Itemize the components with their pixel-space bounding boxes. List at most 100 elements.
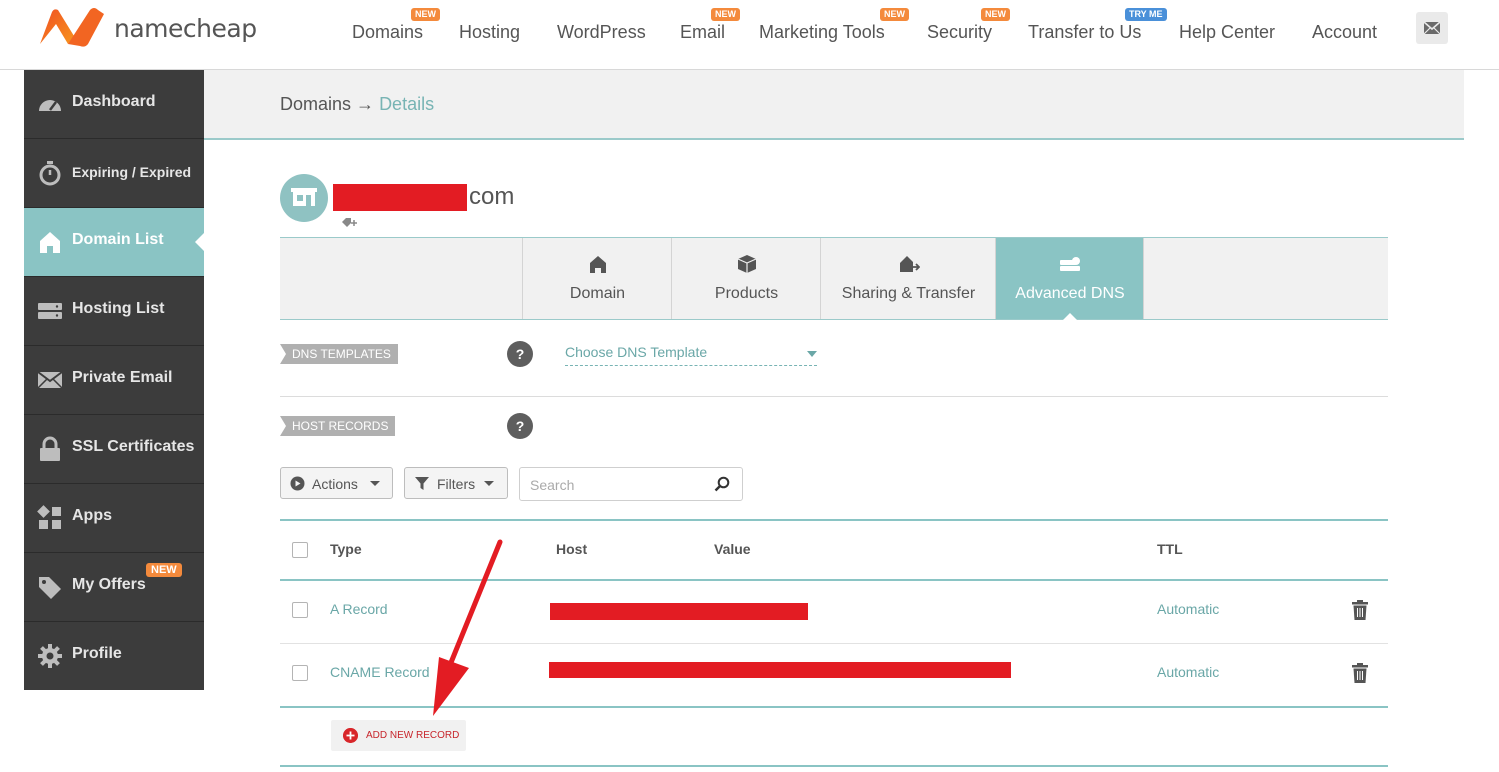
storefront-icon [291,188,317,206]
filter-icon [415,477,429,490]
nav-marketing-tools[interactable]: Marketing Tools [759,22,885,43]
sidebar-item-expiring[interactable]: Expiring / Expired [24,139,204,208]
chevron-down-icon [807,351,817,357]
nav-email[interactable]: Email [680,22,725,43]
house-icon [589,256,606,273]
play-circle-icon [290,476,305,491]
breadcrumb: Domains → Details [280,94,434,115]
select-all-checkbox[interactable] [292,542,308,558]
sidebar-item-label: My Offers [72,576,146,593]
nav-domains[interactable]: Domains [352,22,423,43]
column-header-type[interactable]: Type [330,541,362,557]
brand-name[interactable]: namecheap [114,14,257,43]
sidebar-item-label: Apps [72,507,112,524]
sidebar-item-hosting-list[interactable]: Hosting List [24,277,204,346]
dns-server-icon [1060,257,1080,271]
breadcrumb-bar: Domains → Details [204,70,1464,140]
table-header-border [280,579,1388,581]
filters-button[interactable]: Filters [404,467,508,499]
host-records-help[interactable]: ? [507,413,533,439]
section-divider [280,396,1388,397]
nav-security[interactable]: Security [927,22,992,43]
row-divider [280,643,1388,644]
sidebar-item-label: Private Email [72,369,173,386]
house-icon [40,232,60,253]
search-box [519,467,743,501]
actions-button[interactable]: Actions [280,467,393,499]
messages-button[interactable] [1416,12,1448,44]
nav-account[interactable]: Account [1312,22,1377,43]
add-tag-icon[interactable] [341,217,359,231]
record-type[interactable]: CNAME Record [330,664,430,680]
trash-icon[interactable] [1352,663,1368,683]
tab-products[interactable]: Products [671,238,821,319]
dns-template-select[interactable]: Choose DNS Template [565,344,817,366]
tab-label: Domain [569,285,626,302]
sidebar-item-label: Domain List [72,231,164,248]
add-new-record-button[interactable]: ADD NEW RECORD [331,720,466,751]
tab-label: Advanced DNS [1015,285,1125,302]
stopwatch-icon [39,161,61,186]
record-type[interactable]: A Record [330,601,388,617]
tab-divider [1143,238,1144,319]
nav-help-center[interactable]: Help Center [1179,22,1275,43]
table-top-border [280,519,1388,521]
host-value-redaction [550,603,808,620]
tab-domain[interactable]: Domain [522,238,672,319]
tab-label: Sharing & Transfer [841,285,976,302]
domain-avatar [280,174,328,222]
envelope-icon [1423,21,1441,35]
record-ttl[interactable]: Automatic [1157,664,1219,680]
footer-border [280,765,1388,767]
sidebar-item-private-email[interactable]: Private Email [24,346,204,415]
tab-sharing-transfer[interactable]: Sharing & Transfer [820,238,996,319]
nav-wordpress[interactable]: WordPress [557,22,646,43]
dns-templates-help[interactable]: ? [507,341,533,367]
column-header-value[interactable]: Value [714,541,751,557]
sidebar-item-domain-list[interactable]: Domain List [24,208,204,277]
sidebar-item-profile[interactable]: Profile [24,622,204,690]
lock-icon [40,436,60,461]
sidebar-item-my-offers[interactable]: My Offers NEW [24,553,204,622]
breadcrumb-separator: → [356,94,375,114]
actions-label: Actions [312,476,358,492]
sidebar: Dashboard Expiring / Expired Domain List… [24,70,204,690]
my-offers-badge: NEW [146,563,182,577]
sidebar-item-label: SSL Certificates [72,438,195,455]
nav-transfer-badge: TRY ME [1125,8,1167,21]
search-input[interactable] [528,475,708,495]
server-icon [38,303,62,319]
nav-email-badge: NEW [711,8,740,21]
sidebar-item-ssl-certificates[interactable]: SSL Certificates [24,415,204,484]
row-checkbox[interactable] [292,602,308,618]
gear-icon [38,644,62,668]
nav-domains-badge: NEW [411,8,440,21]
sidebar-item-apps[interactable]: Apps [24,484,204,553]
sidebar-item-label: Profile [72,645,122,662]
nav-marketing-badge: NEW [880,8,909,21]
nav-hosting[interactable]: Hosting [459,22,520,43]
nav-transfer-to-us[interactable]: Transfer to Us [1028,22,1141,43]
sidebar-item-dashboard[interactable]: Dashboard [24,70,204,139]
row-checkbox[interactable] [292,665,308,681]
breadcrumb-current: Details [379,94,435,114]
tab-advanced-dns[interactable]: Advanced DNS [995,238,1144,320]
nav-security-badge: NEW [981,8,1010,21]
column-header-host[interactable]: Host [556,541,587,557]
plus-circle-icon [343,728,358,743]
sidebar-item-label: Dashboard [72,93,156,110]
column-header-ttl[interactable]: TTL [1157,541,1183,557]
breadcrumb-domains[interactable]: Domains [280,94,351,114]
dns-template-value: Choose DNS Template [565,344,708,360]
filters-label: Filters [437,476,476,492]
host-value-redaction [549,662,1011,678]
top-navigation: namecheap Domains NEW Hosting WordPress … [0,0,1499,70]
record-ttl[interactable]: Automatic [1157,601,1219,617]
trash-icon[interactable] [1352,600,1368,620]
chevron-down-icon [370,481,380,486]
dns-templates-label: DNS TEMPLATES [280,344,398,364]
search-icon[interactable] [714,476,730,492]
domain-name-suffix: com [469,183,515,210]
house-arrow-icon [899,256,920,272]
domain-name-redaction [333,184,467,211]
